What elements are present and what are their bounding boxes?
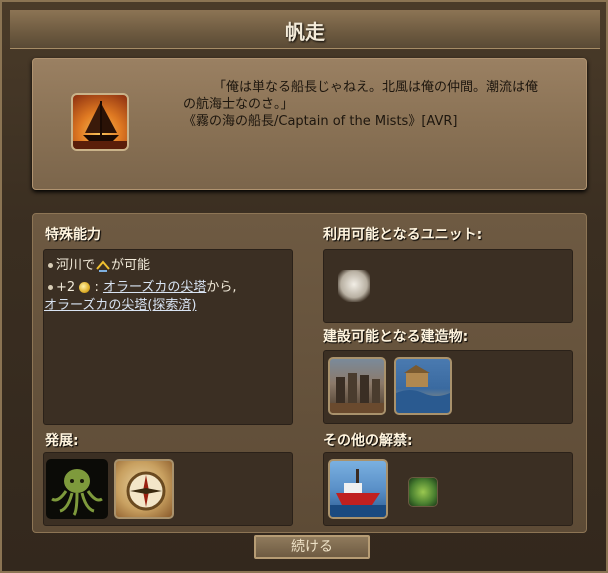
trade-route-icon (95, 259, 111, 273)
compass-tech-icon[interactable] (114, 459, 174, 519)
kraken-tech-icon[interactable] (46, 459, 108, 519)
bullet-icon (48, 285, 53, 290)
units-box (323, 249, 573, 323)
link-orazca-spire[interactable]: オラーズカの尖塔 (103, 280, 206, 295)
bullet-icon (48, 263, 53, 268)
harbor-building-icon[interactable] (394, 357, 452, 415)
other-unlocks-box (323, 452, 573, 526)
resource-icon[interactable] (408, 477, 438, 507)
leads-to-box (43, 452, 293, 526)
dialog-frame: 帆走 「俺は単なる船長じゃねえ。北風は俺の仲間。潮流は俺 の航海士なのさ。」 《… (0, 0, 608, 573)
sailboat-icon[interactable] (71, 93, 129, 151)
other-unlocks-title: その他の解禁: (323, 433, 413, 449)
details-panel: 特殊能力 河川で が可能 +2 : オラーズカの尖塔から, オラーズカの尖塔(探… (32, 213, 587, 533)
ability-gold-bonus-line2: オラーズカの尖塔(探索済) (44, 294, 197, 313)
flavor-quote: 「俺は単なる船長じゃねえ。北風は俺の仲間。潮流は俺 の航海士なのさ。」 《霧の海… (183, 79, 575, 130)
special-abilities-box: 河川で が可能 +2 : オラーズカの尖塔から, オラーズカの尖塔(探索済) (43, 249, 293, 425)
title-bar: 帆走 (10, 10, 600, 49)
quote-line-2: の航海士なのさ。」 (183, 97, 294, 112)
quote-line-1: 「俺は単なる船長じゃねえ。北風は俺の仲間。潮流は俺 (213, 80, 539, 95)
moai-statue-icon[interactable] (328, 357, 386, 415)
fishing-boat-icon[interactable] (328, 459, 388, 519)
special-abilities-title: 特殊能力 (45, 227, 101, 243)
buildings-title: 建設可能となる建造物: (323, 329, 469, 345)
leads-to-title: 発展: (45, 433, 79, 449)
unit-icon[interactable] (338, 270, 370, 302)
ability-gold-bonus: +2 : オラーズカの尖塔から, (48, 276, 236, 295)
quote-source: 《霧の海の船長/Captain of the Mists》[AVR] (183, 114, 458, 129)
continue-button[interactable]: 続ける (254, 535, 370, 559)
ability-river-trade: 河川で が可能 (48, 254, 150, 273)
link-orazca-spire-explored[interactable]: オラーズカの尖塔(探索済) (44, 298, 197, 313)
quote-panel: 「俺は単なる船長じゃねえ。北風は俺の仲間。潮流は俺 の航海士なのさ。」 《霧の海… (32, 58, 587, 190)
units-title: 利用可能となるユニット: (323, 227, 483, 243)
gold-coin-icon (79, 282, 91, 293)
dialog-title: 帆走 (285, 20, 325, 44)
buildings-box (323, 350, 573, 424)
